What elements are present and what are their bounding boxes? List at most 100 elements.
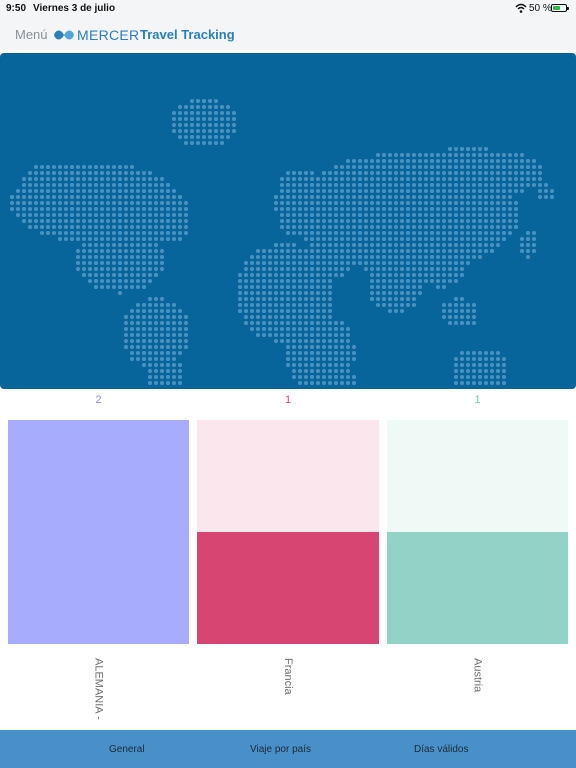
- map-dot: [82, 201, 86, 205]
- map-dot: [352, 165, 356, 169]
- map-dot: [196, 123, 200, 127]
- map-dot: [202, 135, 206, 139]
- map-dot: [424, 231, 428, 235]
- bar-austria[interactable]: [387, 532, 568, 644]
- map-dot: [352, 213, 356, 217]
- map-dot: [304, 195, 308, 199]
- map-dot: [334, 333, 338, 337]
- map-dot: [94, 249, 98, 253]
- map-dot: [130, 261, 134, 265]
- map-dot: [418, 207, 422, 211]
- map-dot: [484, 237, 488, 241]
- map-dot: [352, 183, 356, 187]
- map-dot: [142, 189, 146, 193]
- map-dot: [148, 363, 152, 367]
- map-dot: [118, 279, 122, 283]
- map-dot: [172, 237, 176, 241]
- map-dot: [484, 381, 488, 385]
- map-dot: [478, 237, 482, 241]
- map-dot: [322, 381, 326, 385]
- map-dot: [454, 195, 458, 199]
- map-dot: [328, 375, 332, 379]
- map-dot: [262, 273, 266, 277]
- map-dot: [268, 309, 272, 313]
- map-dot: [34, 177, 38, 181]
- map-dot: [94, 261, 98, 265]
- map-dot: [64, 201, 68, 205]
- map-dot: [436, 207, 440, 211]
- map-dot: [244, 291, 248, 295]
- map-dot: [478, 219, 482, 223]
- map-dot: [388, 237, 392, 241]
- map-dot: [148, 375, 152, 379]
- map-dot: [466, 243, 470, 247]
- map-dot: [406, 243, 410, 247]
- map-dot: [448, 177, 452, 181]
- menu-button[interactable]: Menú: [15, 27, 48, 42]
- map-dot: [172, 339, 176, 343]
- map-dot: [448, 213, 452, 217]
- map-dot: [490, 165, 494, 169]
- map-dot: [154, 237, 158, 241]
- map-dot: [88, 231, 92, 235]
- map-dot: [304, 207, 308, 211]
- map-dot: [124, 345, 128, 349]
- map-dot: [340, 381, 344, 385]
- map-dot: [394, 153, 398, 157]
- map-dot: [352, 231, 356, 235]
- map-dot: [154, 369, 158, 373]
- map-dot: [418, 165, 422, 169]
- bar-alemania[interactable]: [8, 420, 189, 644]
- map-dot: [274, 291, 278, 295]
- map-dot: [412, 237, 416, 241]
- map-dot: [484, 171, 488, 175]
- map-dot: [262, 321, 266, 325]
- tab-general[interactable]: General: [109, 744, 145, 755]
- map-dot: [340, 375, 344, 379]
- map-dot: [82, 213, 86, 217]
- count-label-alemania: 2: [95, 394, 102, 406]
- map-dot: [394, 309, 398, 313]
- map-dot: [172, 207, 176, 211]
- map-dot: [82, 267, 86, 271]
- map-dot: [208, 135, 212, 139]
- map-dot: [328, 207, 332, 211]
- map-dot: [490, 171, 494, 175]
- map-dot: [160, 267, 164, 271]
- map-dot: [424, 159, 428, 163]
- map-dot: [280, 291, 284, 295]
- map-dot: [394, 225, 398, 229]
- bar-francia[interactable]: [197, 532, 379, 644]
- map-dot: [94, 225, 98, 229]
- map-dot: [394, 219, 398, 223]
- map-dot: [364, 207, 368, 211]
- map-dot: [376, 159, 380, 163]
- map-dot: [310, 273, 314, 277]
- map-dot: [334, 345, 338, 349]
- map-dot: [316, 255, 320, 259]
- map-dot: [454, 297, 458, 301]
- map-dot: [340, 237, 344, 241]
- map-dot: [514, 213, 518, 217]
- map-dot: [136, 315, 140, 319]
- map-dot: [28, 213, 32, 217]
- map-dot: [268, 327, 272, 331]
- map-dot: [394, 189, 398, 193]
- map-dot: [304, 351, 308, 355]
- map-dot: [52, 183, 56, 187]
- tab-dias-validos[interactable]: Días válidos: [414, 744, 468, 755]
- map-dot: [454, 231, 458, 235]
- map-dot: [292, 201, 296, 205]
- map-dot: [538, 171, 542, 175]
- map-dot: [118, 183, 122, 187]
- tab-viaje-por-pais[interactable]: Viaje por país: [250, 744, 311, 755]
- map-dot: [322, 315, 326, 319]
- map-dot: [490, 201, 494, 205]
- map-dot: [310, 213, 314, 217]
- map-dot: [526, 255, 530, 259]
- map-dot: [424, 195, 428, 199]
- map-dot: [490, 237, 494, 241]
- map-dot: [310, 177, 314, 181]
- map-dot: [412, 153, 416, 157]
- map-dot: [34, 219, 38, 223]
